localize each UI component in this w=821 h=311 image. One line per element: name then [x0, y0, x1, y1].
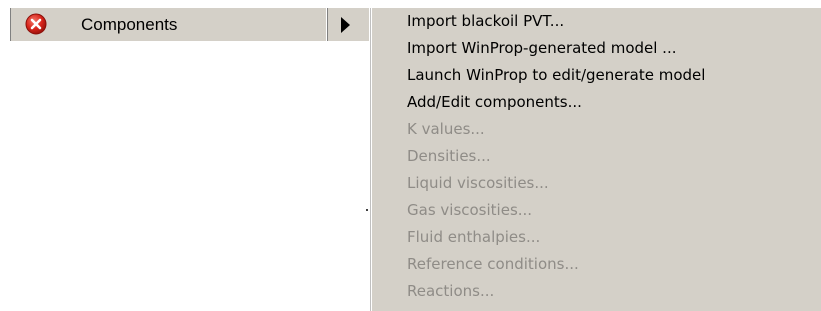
submenu-arrow-button[interactable]: [326, 8, 369, 41]
divider-dot: [366, 209, 368, 211]
tree-item-label: Components: [81, 15, 178, 34]
menu-item-liquid-viscosities[interactable]: Liquid viscosities...: [407, 172, 549, 194]
menu-item-reactions[interactable]: Reactions...: [407, 280, 494, 302]
menu-item-import-winprop-model[interactable]: Import WinProp-generated model ...: [407, 37, 676, 59]
menu-item-densities[interactable]: Densities...: [407, 145, 491, 167]
tree-item-components[interactable]: Components: [8, 8, 369, 41]
context-menu: Import blackoil PVT... Import WinProp-ge…: [370, 8, 821, 311]
menu-item-launch-winprop[interactable]: Launch WinProp to edit/generate model: [407, 64, 705, 86]
screen: Components Import blackoil PVT... Import…: [0, 0, 821, 311]
menu-item-add-edit-components[interactable]: Add/Edit components...: [407, 91, 582, 113]
menu-item-k-values[interactable]: K values...: [407, 118, 485, 140]
submenu-arrow-icon: [341, 17, 350, 33]
menu-item-import-blackoil-pvt[interactable]: Import blackoil PVT...: [407, 10, 564, 32]
error-icon: [25, 13, 47, 35]
menu-item-gas-viscosities[interactable]: Gas viscosities...: [407, 199, 532, 221]
menu-item-fluid-enthalpies[interactable]: Fluid enthalpies...: [407, 226, 540, 248]
menu-item-reference-conditions[interactable]: Reference conditions...: [407, 253, 579, 275]
